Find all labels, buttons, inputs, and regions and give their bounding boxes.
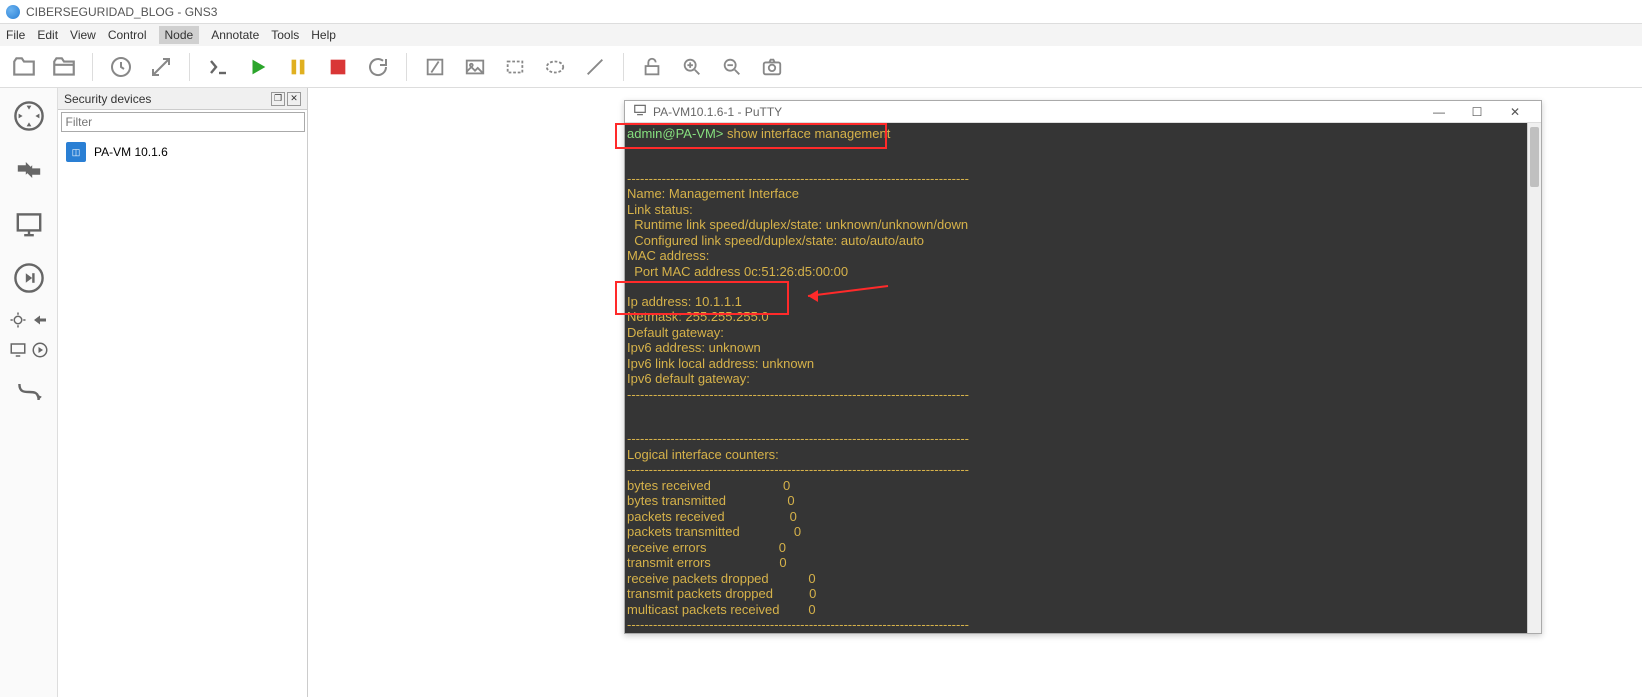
- add-link-button[interactable]: [7, 370, 51, 414]
- snapshot-button[interactable]: [105, 51, 137, 83]
- devices-panel: Security devices ❐ ✕ ◫ PA-VM 10.1.6: [58, 88, 308, 697]
- window-titlebar: CIBERSEGURIDAD_BLOG - GNS3: [0, 0, 1642, 24]
- browse-all-button[interactable]: [30, 310, 50, 330]
- annotate-note-button[interactable]: [419, 51, 451, 83]
- draw-rect-button[interactable]: [499, 51, 531, 83]
- menu-edit[interactable]: Edit: [37, 28, 58, 42]
- insert-image-button[interactable]: [459, 51, 491, 83]
- security-devices-button[interactable]: [7, 256, 51, 300]
- zoom-out-button[interactable]: [716, 51, 748, 83]
- switches-button[interactable]: [7, 148, 51, 192]
- stop-all-button[interactable]: [322, 51, 354, 83]
- menu-file[interactable]: File: [6, 28, 25, 42]
- putty-close-button[interactable]: ✕: [1497, 103, 1533, 121]
- play-small-icon[interactable]: [30, 340, 50, 360]
- menu-annotate[interactable]: Annotate: [211, 28, 259, 42]
- devices-panel-title: Security devices: [64, 92, 151, 106]
- all-devices-button[interactable]: [8, 310, 28, 330]
- device-label: PA-VM 10.1.6: [94, 145, 168, 159]
- putty-title: PA-VM10.1.6-1 - PuTTY: [653, 105, 782, 119]
- screenshot-button[interactable]: [756, 51, 788, 83]
- devices-filter-input[interactable]: [61, 112, 305, 132]
- draw-ellipse-button[interactable]: [539, 51, 571, 83]
- firewall-icon: ◫: [66, 142, 86, 162]
- zoom-in-button[interactable]: [676, 51, 708, 83]
- menu-node[interactable]: Node: [159, 26, 200, 44]
- topology-canvas[interactable]: PA-VM10.1.6-1 admin / mvwxxxxxxxxxvmw PA…: [308, 88, 1642, 697]
- menu-tools[interactable]: Tools: [271, 28, 299, 42]
- putty-icon: [633, 103, 647, 120]
- pause-all-button[interactable]: [282, 51, 314, 83]
- menubar: File Edit View Control Node Annotate Too…: [0, 24, 1642, 46]
- window-title: CIBERSEGURIDAD_BLOG - GNS3: [26, 5, 217, 19]
- putty-minimize-button[interactable]: ―: [1421, 103, 1457, 121]
- show-hide-button[interactable]: [145, 51, 177, 83]
- start-all-button[interactable]: [242, 51, 274, 83]
- device-toolbar: [0, 88, 58, 697]
- monitor-small-icon[interactable]: [8, 340, 28, 360]
- gns3-app-icon: [6, 5, 20, 19]
- draw-line-button[interactable]: [579, 51, 611, 83]
- panel-undock-button[interactable]: ❐: [271, 92, 285, 106]
- open-project-button[interactable]: [8, 51, 40, 83]
- open-folder-button[interactable]: [48, 51, 80, 83]
- panel-close-button[interactable]: ✕: [287, 92, 301, 106]
- putty-maximize-button[interactable]: ☐: [1459, 103, 1495, 121]
- menu-help[interactable]: Help: [311, 28, 336, 42]
- console-all-button[interactable]: [202, 51, 234, 83]
- terminal-output[interactable]: admin@PA-VM> show interface management -…: [625, 123, 1541, 633]
- reload-all-button[interactable]: [362, 51, 394, 83]
- menu-view[interactable]: View: [70, 28, 96, 42]
- end-devices-button[interactable]: [7, 202, 51, 246]
- putty-window[interactable]: PA-VM10.1.6-1 - PuTTY ― ☐ ✕ admin@PA-VM>…: [624, 100, 1542, 634]
- toolbar: [0, 46, 1642, 88]
- menu-control[interactable]: Control: [108, 28, 147, 42]
- lock-button[interactable]: [636, 51, 668, 83]
- putty-titlebar[interactable]: PA-VM10.1.6-1 - PuTTY ― ☐ ✕: [625, 101, 1541, 123]
- device-list-item[interactable]: ◫ PA-VM 10.1.6: [62, 138, 303, 166]
- terminal-scrollbar[interactable]: [1527, 123, 1541, 633]
- routers-button[interactable]: [7, 94, 51, 138]
